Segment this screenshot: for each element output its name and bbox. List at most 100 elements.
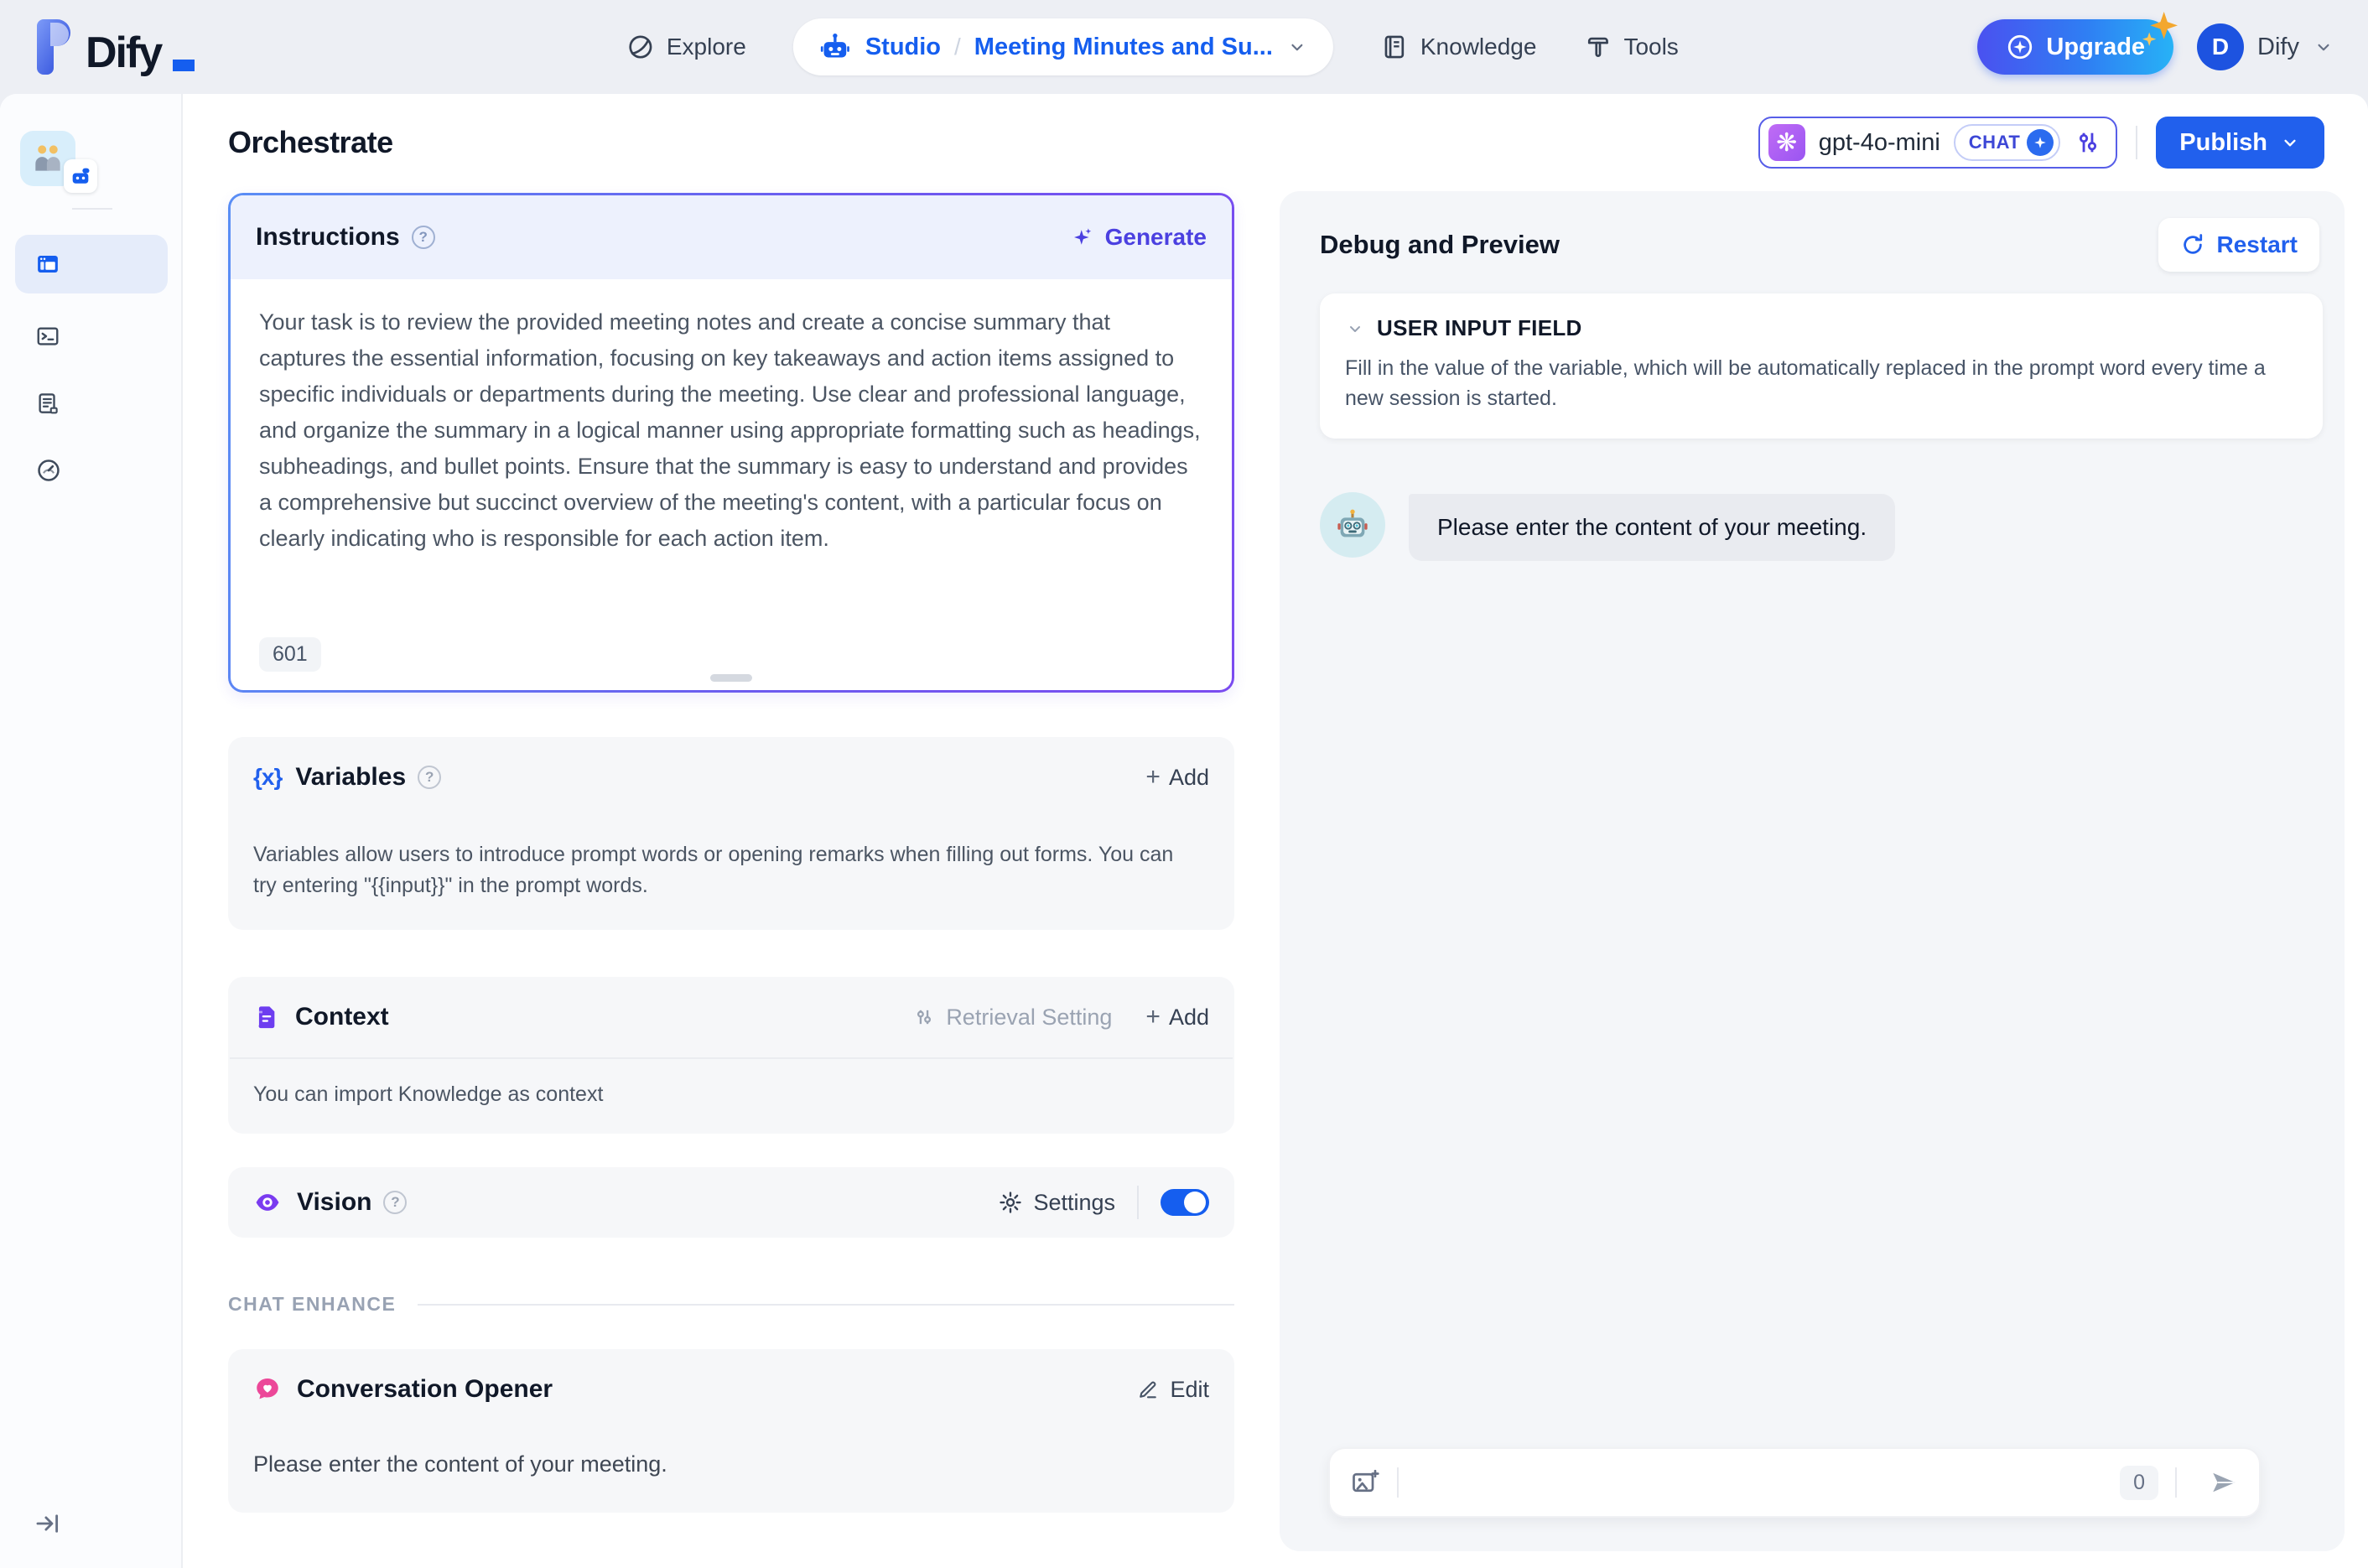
two-people-icon xyxy=(35,145,60,171)
top-navigation-bar: Dify Explore Studio / Meeting Minutes an… xyxy=(0,0,2368,94)
sidebar-item-annotations[interactable] xyxy=(15,379,168,428)
account-name: Dify xyxy=(2257,33,2299,60)
variables-section: {x} Variables ? + Add Variables allow us… xyxy=(228,737,1234,930)
instructions-textarea[interactable]: Your task is to review the provided meet… xyxy=(231,279,1232,618)
question-icon[interactable]: ? xyxy=(383,1191,408,1214)
retrieval-setting-button[interactable]: Retrieval Setting xyxy=(912,1005,1112,1031)
account-menu[interactable]: D Dify xyxy=(2197,23,2334,70)
chevron-down-icon xyxy=(2284,139,2296,147)
variables-description: Variables allow users to introduce promp… xyxy=(253,843,1174,897)
nav-knowledge[interactable]: Knowledge xyxy=(1380,33,1537,61)
logo-underscore xyxy=(173,60,195,71)
publish-button[interactable]: Publish xyxy=(2156,117,2324,169)
vision-toggle[interactable] xyxy=(1161,1189,1209,1216)
vision-settings-button[interactable]: Settings xyxy=(998,1190,1115,1216)
conversation-opener-title: Conversation Opener xyxy=(297,1375,553,1403)
sidebar-divider xyxy=(72,208,112,210)
app-icon[interactable] xyxy=(20,131,97,193)
avatar[interactable]: D xyxy=(2197,23,2245,70)
app-badge xyxy=(64,159,97,193)
knowledge-icon xyxy=(1384,35,1405,59)
mode-badge-label: CHAT xyxy=(1968,132,2021,153)
dify-logo-mark xyxy=(37,19,70,75)
vision-settings-label: Settings xyxy=(1033,1189,1115,1215)
generate-button[interactable]: Generate xyxy=(1070,224,1207,251)
chevron-down-icon[interactable] xyxy=(1286,36,1308,58)
chat-message-input[interactable] xyxy=(1415,1468,2121,1497)
gear-icon xyxy=(1000,1192,1022,1213)
vision-section: Vision ? Settings xyxy=(228,1167,1234,1238)
image-add-icon[interactable] xyxy=(1350,1467,1380,1498)
add-context-label: Add xyxy=(1168,1004,1209,1030)
content-topbar: Orchestrate ❋ gpt-4o-mini CHAT Publish xyxy=(183,94,2368,191)
edit-opener-label: Edit xyxy=(1170,1376,1209,1402)
robot-avatar-icon xyxy=(1320,492,1385,558)
context-title: Context xyxy=(295,1003,389,1031)
chevron-down-icon xyxy=(2318,44,2329,51)
nav-knowledge-label: Knowledge xyxy=(1420,34,1537,60)
conversation-opener-message: Please enter the content of your meeting… xyxy=(253,1451,667,1477)
user-input-field-description: Fill in the value of the variable, which… xyxy=(1345,356,2266,410)
primary-nav: Explore Studio / Meeting Minutes and Su.… xyxy=(626,0,1679,94)
page-title: Orchestrate xyxy=(228,125,393,159)
main-shell: Orchestrate ❋ gpt-4o-mini CHAT Publish I… xyxy=(0,94,2368,1568)
tools-icon xyxy=(1587,37,1608,57)
restart-button[interactable]: Restart xyxy=(2158,218,2319,272)
variables-header: {x} Variables ? + Add xyxy=(228,737,1234,818)
variables-title: Variables xyxy=(295,763,407,791)
expand-sidebar-icon xyxy=(36,1514,59,1533)
openai-icon: ❋ xyxy=(1768,124,1805,161)
app-sidebar xyxy=(0,94,183,1568)
model-selector[interactable]: ❋ gpt-4o-mini CHAT xyxy=(1758,117,2118,169)
breadcrumb-separator: / xyxy=(954,34,961,60)
logs-doc-icon xyxy=(39,393,58,414)
divider xyxy=(2175,1467,2177,1498)
divider xyxy=(1397,1467,1399,1498)
chat-scroll-area[interactable] xyxy=(1320,561,2326,1447)
instructions-header: Instructions ? Generate xyxy=(231,195,1232,279)
divider xyxy=(1137,1186,1139,1219)
instructions-title: Instructions xyxy=(256,223,400,251)
sidebar-item-monitoring[interactable] xyxy=(15,446,168,495)
breadcrumb-app-name[interactable]: Meeting Minutes and Su... xyxy=(974,34,1273,61)
user-input-field-toggle[interactable]: USER INPUT FIELD xyxy=(1345,315,2298,341)
question-icon[interactable]: ? xyxy=(411,226,435,249)
restart-label: Restart xyxy=(2216,231,2298,257)
context-description: You can import Knowledge as context xyxy=(253,1083,604,1106)
publish-label: Publish xyxy=(2179,128,2267,156)
question-icon[interactable]: ? xyxy=(418,766,442,789)
upgrade-label: Upgrade xyxy=(2046,33,2146,60)
add-variable-button[interactable]: + Add xyxy=(1145,763,1209,792)
content-area: Orchestrate ❋ gpt-4o-mini CHAT Publish I… xyxy=(183,94,2368,1568)
dify-orchestrate-page: Dify Explore Studio / Meeting Minutes an… xyxy=(0,0,2368,1568)
conversation-opener-section: Conversation Opener Edit Please enter th… xyxy=(228,1349,1234,1513)
send-icon xyxy=(2213,1472,2236,1493)
context-doc-icon xyxy=(258,1006,275,1029)
resize-handle[interactable] xyxy=(710,674,752,682)
nav-tools[interactable]: Tools xyxy=(1583,33,1679,61)
diamond-star-icon xyxy=(2027,129,2054,156)
user-input-field-title: USER INPUT FIELD xyxy=(1377,315,1582,340)
add-context-button[interactable]: + Add xyxy=(1145,1003,1209,1031)
send-button[interactable] xyxy=(2209,1467,2239,1498)
debug-header: Debug and Preview Restart xyxy=(1320,208,2326,293)
instructions-card-border: Instructions ? Generate Your task is to … xyxy=(228,193,1234,693)
sidebar-item-orchestrate[interactable] xyxy=(15,235,168,293)
nav-explore-label: Explore xyxy=(666,34,746,60)
nav-tools-label: Tools xyxy=(1623,34,1679,60)
nav-explore[interactable]: Explore xyxy=(626,33,746,61)
breadcrumb-studio[interactable]: Studio xyxy=(865,34,941,61)
edit-opener-button[interactable]: Edit xyxy=(1136,1377,1209,1403)
debug-preview-panel: Debug and Preview Restart USER INPUT FIE… xyxy=(1280,191,2345,1551)
context-header: Context Retrieval Setting + Add xyxy=(228,977,1234,1057)
model-name: gpt-4o-mini xyxy=(1818,128,1940,156)
model-bar: ❋ gpt-4o-mini CHAT Publish xyxy=(1758,117,2324,169)
dify-logo[interactable]: Dify xyxy=(34,19,310,75)
chat-enhance-divider: CHAT ENHANCE xyxy=(228,1293,1234,1316)
sidebar-item-logs[interactable] xyxy=(15,312,168,361)
upgrade-button[interactable]: Upgrade xyxy=(1977,12,2178,75)
studio-breadcrumb-pill[interactable]: Studio / Meeting Minutes and Su... xyxy=(792,18,1333,75)
expand-sidebar-button[interactable] xyxy=(34,1509,62,1538)
upgrade-spark-icon xyxy=(2008,34,2033,60)
tune-icon[interactable] xyxy=(2074,128,2102,157)
